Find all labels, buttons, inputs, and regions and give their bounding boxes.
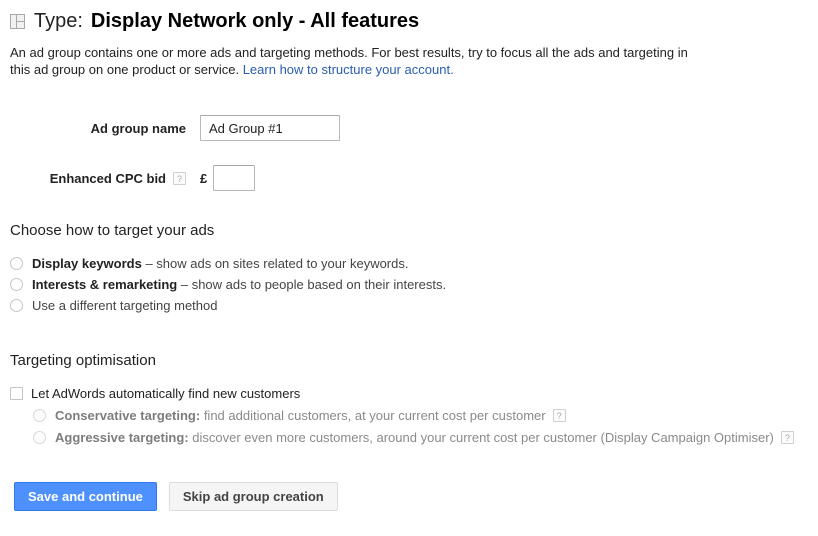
radio-label-rest: discover even more customers, around you… bbox=[188, 429, 774, 445]
targeting-optimisation-section: Targeting optimisation Let AdWords autom… bbox=[10, 352, 818, 448]
ad-group-name-row: Ad group name bbox=[0, 114, 818, 142]
enhanced-cpc-bid-label-wrap: Enhanced CPC bid ? bbox=[0, 171, 186, 186]
layout-grid-icon bbox=[10, 13, 25, 29]
description-text: An ad group contains one or more ads and… bbox=[10, 44, 696, 78]
checkbox-label: Let AdWords automatically find new custo… bbox=[31, 386, 301, 401]
radio-label-rest: find additional customers, at your curre… bbox=[200, 407, 546, 423]
radio-label-rest: show ads on sites related to your keywor… bbox=[156, 256, 409, 271]
radio-interests-remarketing[interactable]: Interests & remarketing – show ads to pe… bbox=[10, 274, 818, 295]
radio-label: Conservative targeting: find additional … bbox=[55, 408, 546, 423]
enhanced-cpc-bid-row: Enhanced CPC bid ? £ bbox=[0, 164, 818, 192]
targeting-section: Choose how to target your ads Display ke… bbox=[10, 222, 818, 316]
radio-label-strong: Conservative targeting: bbox=[55, 407, 201, 423]
checkbox-auto-find-customers[interactable]: Let AdWords automatically find new custo… bbox=[10, 383, 818, 404]
radio-icon[interactable] bbox=[33, 430, 46, 444]
enhanced-cpc-bid-label: Enhanced CPC bid bbox=[49, 170, 166, 186]
help-icon[interactable]: ? bbox=[552, 408, 566, 422]
radio-label-strong: Aggressive targeting: bbox=[55, 429, 189, 445]
optimisation-section-title: Targeting optimisation bbox=[10, 352, 156, 369]
enhanced-cpc-bid-field-wrap: £ bbox=[200, 165, 256, 191]
radio-label-rest: Use a different targeting method bbox=[32, 298, 218, 313]
radio-icon[interactable] bbox=[10, 299, 23, 312]
radio-label: Aggressive targeting: discover even more… bbox=[55, 430, 774, 445]
targeting-section-title: Choose how to target your ads bbox=[10, 222, 215, 239]
radio-icon[interactable] bbox=[10, 257, 23, 270]
help-icon[interactable]: ? bbox=[780, 430, 794, 444]
ad-group-name-label: Ad group name bbox=[90, 120, 186, 136]
help-icon[interactable]: ? bbox=[173, 171, 186, 185]
radio-different-targeting-method[interactable]: Use a different targeting method bbox=[10, 295, 818, 316]
button-bar: Save and continue Skip ad group creation bbox=[14, 482, 818, 511]
radio-icon[interactable] bbox=[33, 408, 46, 422]
save-and-continue-button[interactable]: Save and continue bbox=[14, 482, 157, 511]
ad-group-form: Ad group name Enhanced CPC bid ? £ bbox=[0, 114, 818, 192]
ad-group-name-input[interactable] bbox=[200, 115, 340, 141]
radio-display-keywords[interactable]: Display keywords – show ads on sites rel… bbox=[10, 253, 818, 274]
radio-label-dash: – bbox=[177, 277, 192, 292]
page-title: Display Network only - All features bbox=[90, 9, 420, 32]
radio-icon[interactable] bbox=[10, 278, 23, 291]
currency-symbol: £ bbox=[200, 170, 208, 186]
radio-aggressive-targeting[interactable]: Aggressive targeting: discover even more… bbox=[33, 426, 818, 448]
radio-label-strong: Interests & remarketing bbox=[32, 277, 178, 292]
checkbox-icon[interactable] bbox=[10, 387, 23, 400]
skip-ad-group-creation-button[interactable]: Skip ad group creation bbox=[168, 482, 338, 511]
page-header: Type: Display Network only - All feature… bbox=[0, 0, 818, 34]
radio-conservative-targeting[interactable]: Conservative targeting: find additional … bbox=[33, 404, 818, 426]
radio-label: Display keywords – show ads on sites rel… bbox=[32, 256, 408, 271]
enhanced-cpc-bid-input[interactable] bbox=[213, 165, 256, 191]
learn-how-to-structure-link[interactable]: Learn how to structure your account. bbox=[243, 62, 454, 77]
radio-label-rest: show ads to people based on their intere… bbox=[191, 277, 447, 292]
type-label: Type: bbox=[34, 9, 83, 32]
ad-group-name-field-wrap bbox=[200, 115, 340, 141]
radio-label-strong: Display keywords bbox=[32, 256, 142, 271]
radio-label: Interests & remarketing – show ads to pe… bbox=[32, 277, 446, 292]
radio-label-dash: – bbox=[141, 256, 157, 271]
radio-label: Use a different targeting method bbox=[32, 298, 218, 313]
